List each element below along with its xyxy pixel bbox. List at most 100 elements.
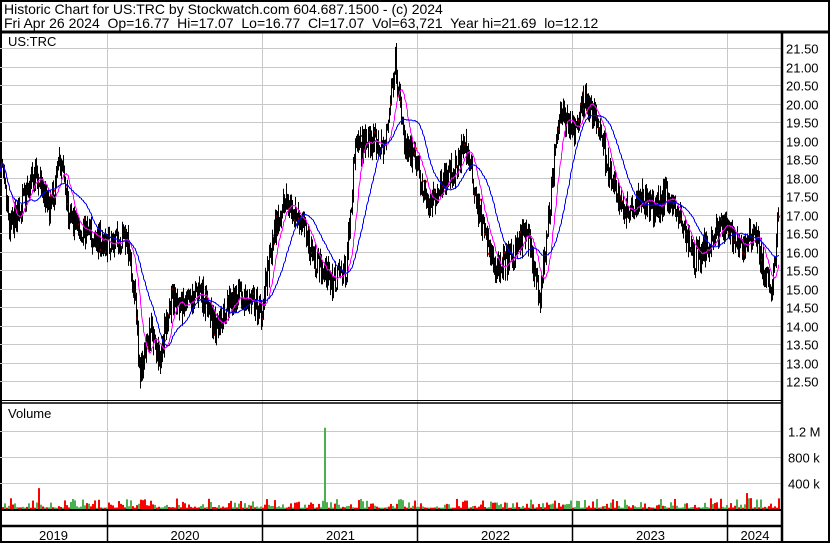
volume-bar (6, 507, 8, 509)
volume-bar (18, 507, 20, 509)
volume-bar (524, 507, 526, 509)
volume-bar (694, 504, 696, 509)
volume-bar (368, 506, 370, 509)
volume-bar (10, 498, 12, 509)
volume-bar (606, 503, 608, 509)
volume-bar (682, 507, 684, 509)
price-tick-label: 21.00 (786, 61, 819, 76)
volume-tick-label: 1.2 M (788, 425, 821, 440)
volume-bar (86, 503, 88, 509)
volume-bar (456, 498, 458, 509)
volume-bar (414, 500, 416, 509)
volume-bar (508, 507, 510, 509)
volume-bar (590, 507, 592, 509)
volume-bar (548, 504, 550, 509)
volume-bar (76, 506, 78, 509)
volume-bar (106, 507, 108, 509)
volume-bar (388, 506, 390, 509)
volume-bar (580, 507, 582, 509)
volume-bar (310, 502, 312, 509)
price-tick-label: 13.00 (786, 357, 819, 372)
volume-bar (498, 505, 500, 509)
volume-bar (232, 507, 234, 509)
volume-bar (568, 503, 570, 509)
volume-bar (108, 502, 110, 509)
volume-bar (704, 502, 706, 509)
volume-bar (636, 507, 638, 509)
volume-bar (722, 506, 724, 509)
volume-bar (82, 499, 84, 509)
volume-bar (746, 493, 748, 509)
volume-bar (64, 500, 66, 509)
volume-bar (576, 500, 578, 509)
volume-bar (296, 502, 298, 509)
volume-bar (170, 507, 172, 509)
volume-bar (28, 503, 30, 509)
volume-bar (58, 506, 60, 509)
volume-bar (332, 507, 334, 509)
volume-bar (504, 502, 506, 509)
volume-bar (468, 507, 470, 509)
volume-spike-bar (324, 427, 326, 509)
volume-bar (292, 507, 294, 509)
volume-bar (720, 498, 722, 509)
volume-bar (96, 507, 98, 509)
volume-bar (192, 507, 194, 509)
volume-bar (690, 507, 692, 509)
volume-bar (162, 507, 164, 509)
volume-bar (306, 507, 308, 509)
volume-bar (206, 507, 208, 509)
volume-bar (364, 507, 366, 509)
volume-bar (688, 507, 690, 509)
volume-bar (194, 506, 196, 509)
volume-bar (410, 507, 412, 509)
volume-bar (22, 506, 24, 509)
volume-bar (294, 502, 296, 509)
volume-bar (418, 506, 420, 509)
volume-bar (380, 507, 382, 509)
volume-bar (536, 507, 538, 509)
volume-bar (340, 507, 342, 509)
volume-bar (692, 507, 694, 509)
volume-bar (218, 505, 220, 509)
volume-bar (586, 507, 588, 509)
volume-bar (778, 498, 780, 509)
volume-bar (214, 506, 216, 509)
volume-bar (686, 503, 688, 509)
price-tick-label: 20.00 (786, 98, 819, 113)
volume-bar (402, 500, 404, 509)
volume-bar (668, 507, 670, 509)
volume-bar (666, 507, 668, 509)
volume-bar (520, 507, 522, 509)
volume-bar (658, 504, 660, 509)
volume-bar (38, 488, 40, 509)
volume-bar (744, 504, 746, 509)
volume-bar (344, 507, 346, 509)
volume-bar (130, 500, 132, 509)
volume-bar (736, 499, 738, 509)
volume-bar (534, 507, 536, 509)
volume-bar (384, 507, 386, 509)
volume-bar (366, 500, 368, 509)
volume-bar (174, 507, 176, 509)
volume-bar (62, 507, 64, 509)
volume-bar (734, 505, 736, 509)
volume-bar (330, 502, 332, 509)
volume-bar (158, 506, 160, 509)
volume-bar (602, 506, 604, 509)
volume-bar (616, 500, 618, 509)
volume-bar (268, 504, 270, 509)
volume-bar (354, 507, 356, 509)
volume-bar (114, 507, 116, 509)
volume-bar (350, 504, 352, 509)
volume-bar (212, 507, 214, 509)
price-tick-label: 15.00 (786, 283, 819, 298)
volume-bar (470, 507, 472, 509)
volume-bar (80, 506, 82, 509)
volume-bar (740, 504, 742, 509)
volume-bar (188, 504, 190, 509)
volume-bar (674, 498, 676, 509)
volume-bar (610, 502, 612, 509)
volume-bar (434, 507, 436, 509)
volume-bar (452, 507, 454, 509)
